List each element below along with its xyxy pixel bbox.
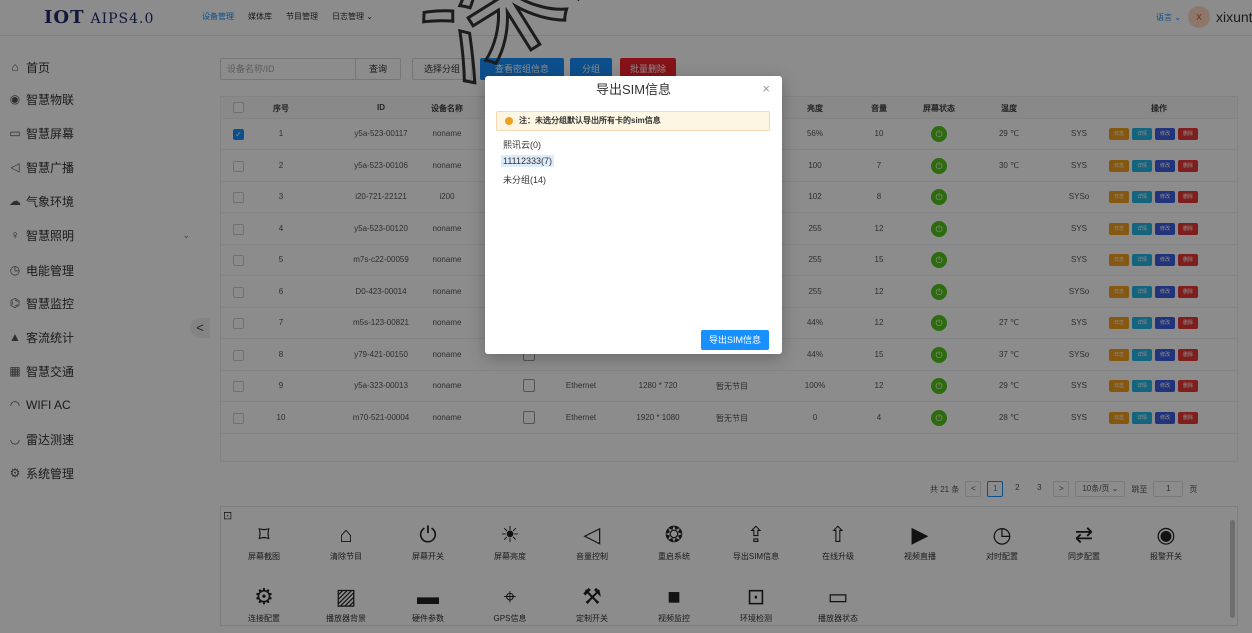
group-option-selected[interactable]: 11112333(7) — [501, 155, 555, 167]
warning-icon — [505, 117, 513, 125]
notice-banner: 注：未选分组默认导出所有卡的sim信息 — [496, 111, 770, 131]
export-sim-button[interactable]: 导出SIM信息 — [701, 330, 769, 350]
dialog-title: 导出SIM信息 — [595, 82, 672, 97]
group-option[interactable]: 未分组(14) — [503, 173, 546, 186]
export-sim-dialog: 导出SIM信息 × 注：未选分组默认导出所有卡的sim信息 熙讯云(0) 111… — [485, 76, 782, 354]
group-option[interactable]: 熙讯云(0) — [503, 138, 541, 151]
close-icon[interactable]: × — [762, 81, 770, 96]
